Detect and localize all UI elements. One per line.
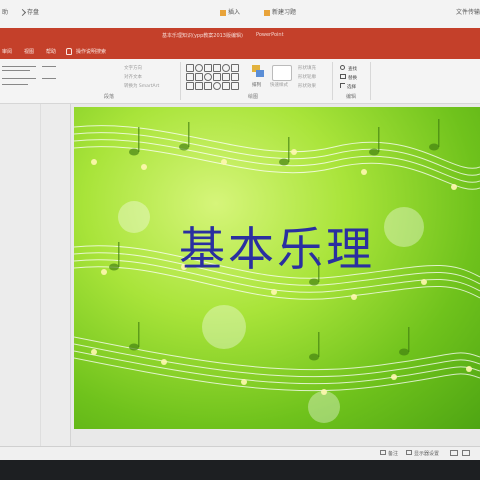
title-bar: 基本乐理知识(ypp教案2013版编辑) PowerPoint bbox=[0, 28, 480, 44]
status-bar: 备注 显示器设置 bbox=[0, 446, 480, 461]
arrange-icon[interactable] bbox=[252, 65, 264, 79]
quick-styles-button[interactable]: 快速样式 bbox=[270, 82, 288, 88]
shape-effects-button[interactable]: 形状效果 bbox=[298, 83, 316, 89]
divider bbox=[370, 62, 371, 100]
tell-me-search[interactable]: 操作说明搜索 bbox=[66, 48, 106, 55]
slide-canvas[interactable]: 基本乐理 bbox=[74, 107, 480, 429]
slide-title[interactable]: 基本乐理 bbox=[74, 213, 480, 279]
tab-review[interactable]: 审阅 bbox=[2, 48, 12, 55]
text-direction-button[interactable]: 文字方向 bbox=[124, 65, 142, 71]
quick-styles-icon[interactable] bbox=[272, 65, 292, 81]
editing-group-label: 编辑 bbox=[346, 94, 357, 100]
new-doc-icon bbox=[264, 9, 270, 16]
top-bar: 助 存盘 插入 新建习题 文件传输 bbox=[0, 0, 480, 29]
replace-icon bbox=[340, 74, 346, 79]
save-menu-item[interactable]: 存盘 bbox=[18, 7, 39, 17]
align-text-button[interactable]: 对齐文本 bbox=[124, 74, 142, 80]
insert-menu-item[interactable]: 插入 bbox=[220, 7, 240, 16]
document-title: 基本乐理知识(ypp教案2013版编辑) bbox=[162, 33, 243, 39]
arrange-button[interactable]: 排列 bbox=[252, 82, 261, 88]
shape-outline-button[interactable]: 形状轮廓 bbox=[298, 74, 316, 80]
ribbon-tabs: 审阅 视图 帮助 操作说明搜索 bbox=[0, 44, 480, 59]
slide-thumbnail-pane[interactable] bbox=[0, 104, 71, 446]
paragraph-controls[interactable] bbox=[2, 64, 92, 94]
shapes-gallery[interactable] bbox=[186, 64, 239, 90]
drawing-group-label: 绘图 bbox=[248, 94, 259, 100]
paragraph-group-label: 段落 bbox=[104, 94, 115, 100]
taskbar bbox=[0, 460, 480, 480]
notes-button[interactable]: 备注 bbox=[380, 450, 398, 457]
smartart-button[interactable]: 转换为 SmartArt bbox=[124, 83, 159, 89]
top-left-item[interactable]: 助 bbox=[2, 7, 8, 16]
app-name: PowerPoint bbox=[256, 32, 284, 38]
monitor-icon bbox=[406, 450, 412, 455]
display-settings-button[interactable]: 显示器设置 bbox=[406, 450, 439, 457]
share-icon bbox=[18, 8, 27, 17]
tab-help[interactable]: 帮助 bbox=[46, 48, 56, 55]
divider bbox=[332, 62, 333, 100]
tab-view[interactable]: 视图 bbox=[24, 48, 34, 55]
cursor-icon bbox=[340, 83, 345, 88]
ribbon: 文字方向 对齐文本 转换为 SmartArt 段落 排列 快速样式 形状填充 形… bbox=[0, 59, 480, 104]
lightbulb-icon bbox=[66, 48, 72, 55]
normal-view-icon[interactable] bbox=[450, 450, 458, 458]
find-button[interactable]: 查找 bbox=[340, 65, 357, 72]
replace-button[interactable]: 替换 bbox=[340, 74, 357, 81]
insert-icon bbox=[220, 9, 226, 16]
new-exercise-item[interactable]: 新建习题 bbox=[264, 7, 296, 16]
shape-fill-button[interactable]: 形状填充 bbox=[298, 65, 316, 71]
slide-sorter-icon[interactable] bbox=[462, 450, 470, 458]
notes-icon bbox=[380, 450, 386, 455]
search-icon bbox=[340, 65, 345, 70]
select-button[interactable]: 选择 bbox=[340, 83, 356, 90]
file-transfer-item[interactable]: 文件传输 bbox=[456, 7, 480, 16]
divider bbox=[180, 62, 181, 100]
